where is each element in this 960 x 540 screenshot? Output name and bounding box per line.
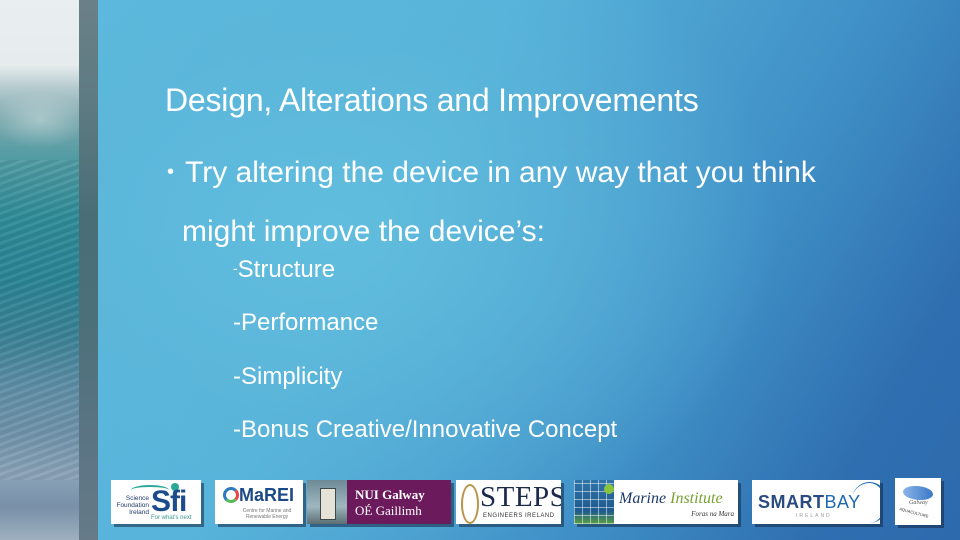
marine-dot-icon bbox=[604, 484, 614, 494]
nui-building-image bbox=[307, 480, 347, 524]
subitem-performance: -Performance bbox=[233, 309, 379, 336]
bullet-item: • Try altering the device in any way that… bbox=[167, 143, 816, 261]
nui-galway-logo: NUI Galway OÉ Gaillimh bbox=[307, 480, 451, 524]
sfi-big-text: Sfi bbox=[151, 485, 187, 518]
slide-title: Design, Alterations and Improvements bbox=[165, 82, 699, 118]
subitem-bonus: -Bonus Creative/Innovative Concept bbox=[233, 416, 618, 443]
bullet-line-1: Try altering the device in any way that … bbox=[185, 156, 816, 189]
galway-aquaculture-logo: Galway AQUACULTURE bbox=[895, 478, 941, 525]
tower-icon bbox=[320, 488, 336, 520]
nui-line-2: OÉ Gaillimh bbox=[355, 503, 422, 518]
steps-logo: STEPS ENGINEERS IRELAND bbox=[456, 480, 561, 524]
sfi-small-text: Science Foundation Ireland bbox=[116, 495, 149, 516]
marine-institute-name: Marine Institute bbox=[619, 490, 723, 508]
sfi-tagline: For what's next bbox=[151, 515, 192, 521]
sfi-logo: Science Foundation Ireland Sfi For what'… bbox=[111, 480, 201, 524]
subitem-label: Structure bbox=[237, 256, 336, 283]
marei-sub: Centre for Marine and Renewable Energy bbox=[242, 508, 292, 520]
bullet-icon: • bbox=[167, 161, 175, 183]
slide-background bbox=[0, 0, 960, 540]
galway-sub: AQUACULTURE bbox=[898, 506, 930, 519]
steps-emblem-icon bbox=[461, 484, 479, 524]
wave-image bbox=[0, 0, 80, 540]
marei-name: MaREI bbox=[239, 485, 295, 505]
steps-name: STEPS bbox=[480, 481, 561, 513]
sb-name-1: SMART bbox=[758, 492, 825, 512]
marei-ring-icon bbox=[223, 487, 239, 503]
bullet-line-2: might improve the device’s: bbox=[182, 215, 545, 248]
galway-script: Galway bbox=[909, 500, 928, 506]
subitem-simplicity: -Simplicity bbox=[233, 363, 343, 390]
smartbay-logo: SMARTBAY IRELAND bbox=[752, 480, 880, 524]
nui-line-1: NUI Galway bbox=[355, 487, 425, 502]
smartbay-arc-icon bbox=[851, 482, 880, 523]
mi-name-1: Marine bbox=[619, 490, 667, 507]
marine-institute-sub: Foras na Mara bbox=[691, 510, 734, 518]
subitem-structure: -Structure bbox=[233, 256, 335, 284]
marei-logo: MaREI Centre for Marine and Renewable En… bbox=[215, 480, 303, 524]
marine-institute-logo: Marine Institute Foras na Mara bbox=[574, 480, 738, 524]
smartbay-name: SMARTBAY bbox=[758, 492, 861, 513]
decorative-strip bbox=[79, 0, 98, 540]
steps-sub: ENGINEERS IRELAND bbox=[483, 513, 555, 519]
smartbay-sub: IRELAND bbox=[796, 513, 832, 519]
mi-name-2: Institute bbox=[670, 490, 723, 507]
fish-icon bbox=[903, 486, 933, 500]
